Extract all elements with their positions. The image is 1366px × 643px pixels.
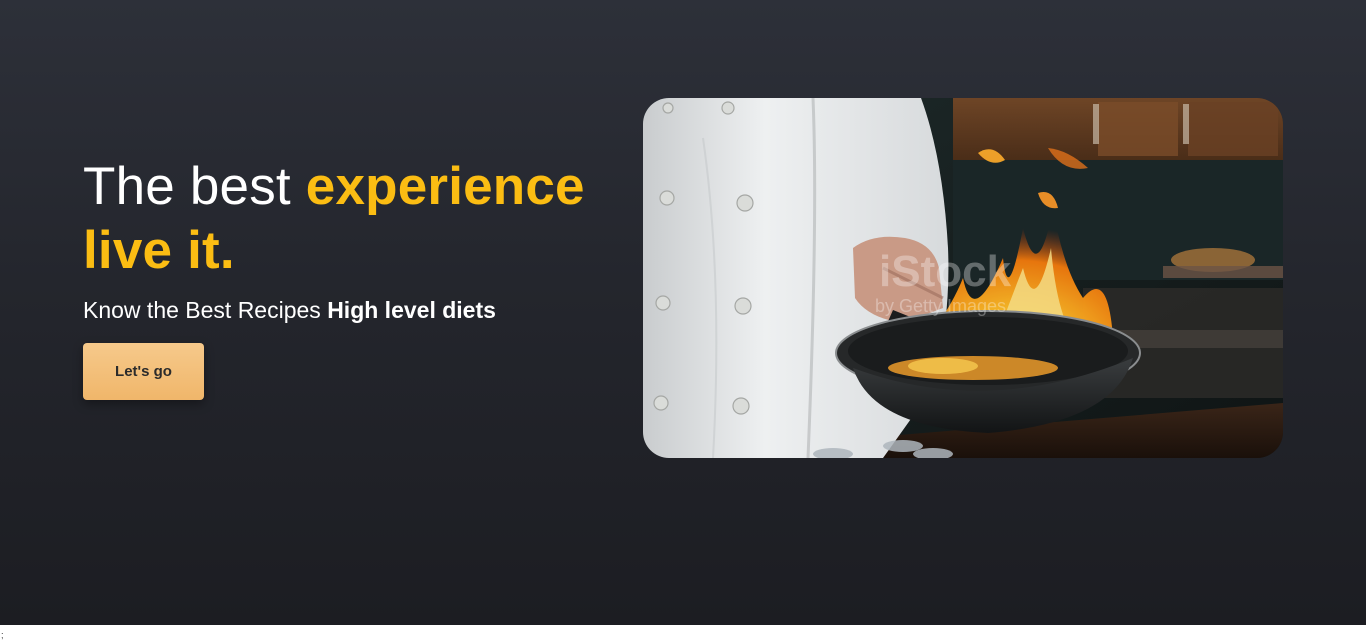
headline-accent-experience: experience [305,157,585,216]
watermark-credit: by Getty Images [875,296,1006,316]
subline-plain-text: Know the Best Recipes [83,297,328,323]
headline-plain-text: The best [83,157,306,216]
lets-go-button[interactable]: Let's go [83,343,204,400]
hero-subheadline: Know the Best Recipes High level diets [83,295,643,325]
hero-image: iStock by Getty Images [643,98,1283,458]
chef-flambe-photo: iStock by Getty Images [643,98,1283,458]
subline-bold-text: High level diets [327,297,496,323]
headline-accent-live-it: live it. [83,221,235,280]
hero-headline: The best experience live it. [83,155,643,283]
page-artifact-text: ; [1,630,4,640]
hero-text-block: The best experience live it. Know the Bes… [83,155,643,400]
watermark-brand: iStock [879,247,1012,296]
hero-section: The best experience live it. Know the Bes… [0,0,1366,625]
istock-watermark: iStock by Getty Images [875,247,1012,316]
